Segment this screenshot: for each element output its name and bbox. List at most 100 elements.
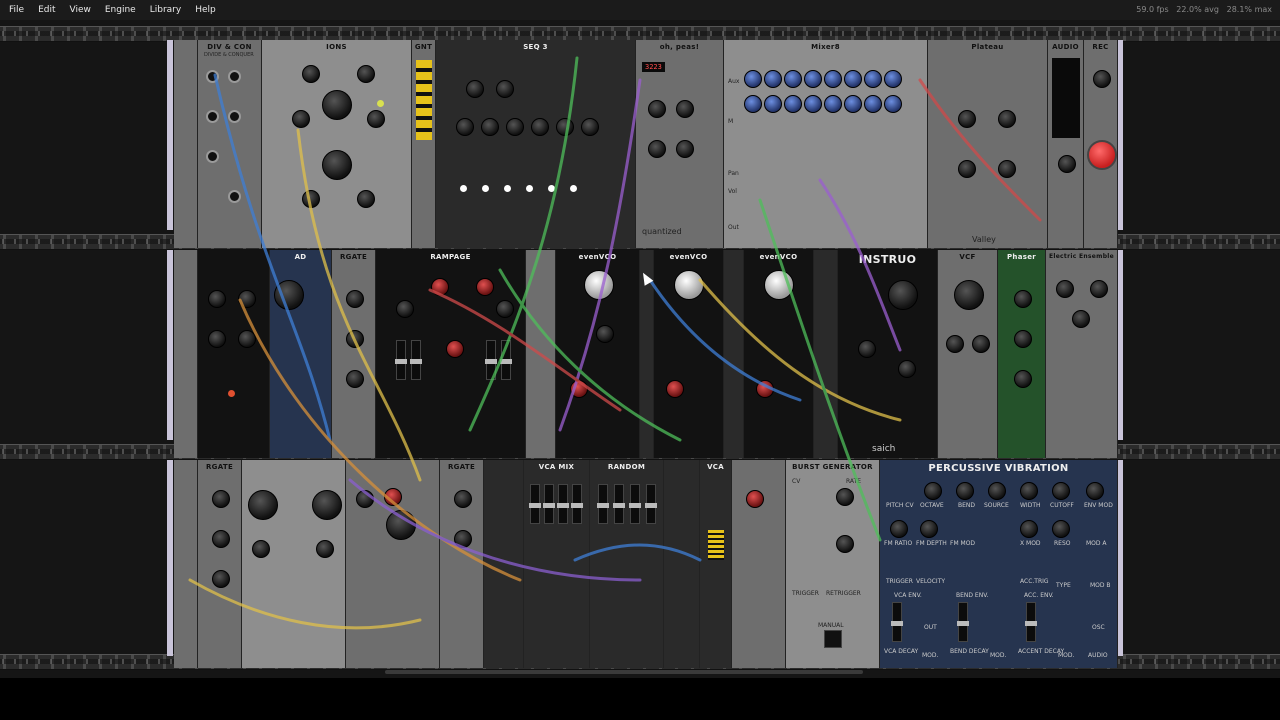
knob[interactable]	[1014, 290, 1032, 308]
knob[interactable]	[746, 490, 764, 508]
knob[interactable]	[238, 290, 256, 308]
knob[interactable]	[1056, 280, 1074, 298]
module-rampage[interactable]: RAMPAGE	[376, 250, 526, 458]
knob[interactable]	[804, 70, 822, 88]
knob[interactable]	[648, 140, 666, 158]
knob[interactable]	[890, 520, 908, 538]
module-phaser[interactable]: Phaser	[998, 250, 1046, 458]
module-vca[interactable]: VCA	[700, 460, 732, 668]
knob[interactable]	[252, 540, 270, 558]
knob[interactable]	[972, 335, 990, 353]
knob[interactable]	[1052, 520, 1070, 538]
slider[interactable]	[645, 484, 657, 524]
knob[interactable]	[764, 70, 782, 88]
module-percussive-vibration[interactable]: PERCUSSIVE VIBRATION PITCH CV OCTAVE BEN…	[880, 460, 1118, 668]
module-blank[interactable]	[174, 250, 198, 458]
knob[interactable]	[212, 570, 230, 588]
knob[interactable]	[248, 490, 278, 520]
knob[interactable]	[744, 70, 762, 88]
knob[interactable]	[384, 488, 402, 506]
knob[interactable]	[446, 340, 464, 358]
slider[interactable]	[891, 602, 903, 642]
jack[interactable]	[206, 110, 219, 123]
module-rgate[interactable]: RGATE	[198, 460, 242, 668]
knob[interactable]	[396, 300, 414, 318]
module-blank[interactable]	[664, 460, 700, 668]
menu-help[interactable]: Help	[188, 0, 223, 20]
knob[interactable]	[824, 70, 842, 88]
knob[interactable]	[476, 278, 494, 296]
knob[interactable]	[676, 140, 694, 158]
knob[interactable]	[346, 290, 364, 308]
menu-engine[interactable]: Engine	[98, 0, 143, 20]
module-rack[interactable]: DIV & CON DIVIDE & CONQUER IONS GNT SEQ …	[0, 20, 1280, 678]
knob[interactable]	[858, 340, 876, 358]
octave-knob[interactable]	[764, 270, 794, 300]
knob[interactable]	[844, 70, 862, 88]
knob[interactable]	[556, 118, 574, 136]
knob[interactable]	[804, 95, 822, 113]
module-vca-mix[interactable]: VCA MIX	[524, 460, 590, 668]
knob[interactable]	[212, 490, 230, 508]
module-macro-oscillator[interactable]	[242, 460, 346, 668]
module-blank[interactable]	[484, 460, 524, 668]
octave-knob[interactable]	[584, 270, 614, 300]
slider[interactable]	[957, 602, 969, 642]
knob[interactable]	[506, 118, 524, 136]
knob[interactable]	[864, 95, 882, 113]
module-rgate[interactable]: RGATE	[332, 250, 376, 458]
jack[interactable]	[228, 70, 241, 83]
knob[interactable]	[357, 65, 375, 83]
knob[interactable]	[744, 95, 762, 113]
module-evenvco-2[interactable]: evenVCO	[654, 250, 724, 458]
slider[interactable]	[485, 340, 497, 380]
knob[interactable]	[824, 95, 842, 113]
module-blank[interactable]	[814, 250, 838, 458]
slider[interactable]	[557, 484, 569, 524]
knob[interactable]	[496, 300, 514, 318]
horizontal-scrollbar[interactable]	[385, 670, 863, 674]
knob[interactable]	[357, 190, 375, 208]
knob[interactable]	[208, 290, 226, 308]
knob[interactable]	[844, 95, 862, 113]
module-blank[interactable]	[174, 40, 198, 248]
knob[interactable]	[356, 490, 374, 508]
knob[interactable]	[431, 278, 449, 296]
knob[interactable]	[346, 330, 364, 348]
knob[interactable]	[481, 118, 499, 136]
knob[interactable]	[346, 370, 364, 388]
menu-library[interactable]: Library	[143, 0, 188, 20]
slider[interactable]	[571, 484, 583, 524]
knob[interactable]	[274, 280, 304, 310]
knob[interactable]	[884, 70, 902, 88]
knob[interactable]	[292, 110, 310, 128]
record-button[interactable]	[1087, 140, 1117, 170]
knob[interactable]	[208, 330, 226, 348]
knob[interactable]	[1093, 70, 1111, 88]
slider[interactable]	[395, 340, 407, 380]
slider[interactable]	[629, 484, 641, 524]
menu-file[interactable]: File	[0, 0, 31, 20]
knob[interactable]	[302, 190, 320, 208]
knob[interactable]	[864, 70, 882, 88]
module-evenvco-1[interactable]: evenVCO	[556, 250, 640, 458]
knob[interactable]	[998, 110, 1016, 128]
knob[interactable]	[322, 90, 352, 120]
slider[interactable]	[529, 484, 541, 524]
knob[interactable]	[1020, 520, 1038, 538]
audio-device-panel[interactable]	[1052, 58, 1080, 138]
module-electric-ensemble[interactable]: Electric Ensemble	[1046, 250, 1118, 458]
module-blank[interactable]	[174, 460, 198, 668]
module-gnt[interactable]: GNT	[412, 40, 436, 248]
knob[interactable]	[1072, 310, 1090, 328]
module-plateau[interactable]: Plateau Valley	[928, 40, 1048, 248]
module-evenvco-3[interactable]: evenVCO	[744, 250, 814, 458]
knob[interactable]	[1020, 482, 1038, 500]
knob[interactable]	[958, 160, 976, 178]
knob[interactable]	[531, 118, 549, 136]
knob[interactable]	[924, 482, 942, 500]
module-audio[interactable]: AUDIO	[1048, 40, 1084, 248]
module-seq3[interactable]: SEQ 3	[436, 40, 636, 248]
pwm-knob[interactable]	[666, 380, 684, 398]
knob[interactable]	[466, 80, 484, 98]
